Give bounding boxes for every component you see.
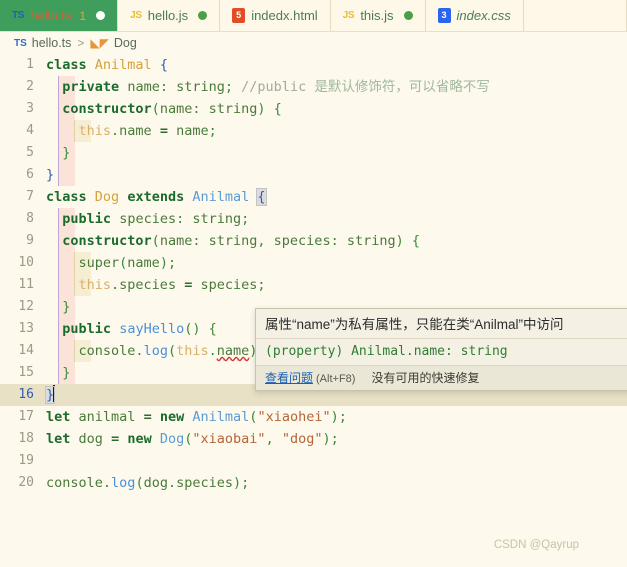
line-number: 5 bbox=[26, 145, 34, 160]
code-content[interactable]: this.name = name; bbox=[46, 120, 627, 142]
code-line[interactable]: 5 } bbox=[0, 142, 627, 164]
tab-indedx-html[interactable]: 5 indedx.html bbox=[220, 0, 331, 31]
code-content[interactable]: constructor(name: string, species: strin… bbox=[46, 230, 627, 252]
unsaved-dot-icon[interactable] bbox=[403, 11, 413, 20]
chevron-right-icon: > bbox=[77, 36, 85, 50]
line-number: 18 bbox=[18, 431, 34, 446]
line-number: 7 bbox=[26, 189, 34, 204]
breadcrumb-file[interactable]: hello.ts bbox=[32, 36, 72, 50]
code-content[interactable]: } bbox=[46, 142, 627, 164]
code-content[interactable]: this.species = species; bbox=[46, 274, 627, 296]
code-line[interactable]: 19 bbox=[0, 450, 627, 472]
code-content[interactable]: class Dog extends Anilmal { bbox=[46, 186, 627, 208]
code-content[interactable]: private name: string; //public 是默认修饰符，可以… bbox=[46, 76, 627, 98]
text-cursor bbox=[53, 385, 56, 402]
line-number: 6 bbox=[26, 167, 34, 182]
tab-index-css[interactable]: 3 index.css bbox=[426, 0, 524, 31]
line-number: 20 bbox=[18, 475, 34, 490]
code-content[interactable]: let dog = new Dog("xiaobai", "dog"); bbox=[46, 428, 627, 450]
typescript-icon: TS bbox=[12, 10, 25, 21]
hover-signature: (property) Anilmal.name: string bbox=[256, 338, 627, 365]
javascript-icon: JS bbox=[342, 10, 355, 21]
tab-this-js[interactable]: JS this.js bbox=[331, 0, 426, 31]
line-number: 9 bbox=[26, 233, 34, 248]
line-number: 12 bbox=[18, 299, 34, 314]
watermark: CSDN @Qayrup bbox=[493, 539, 579, 551]
code-content[interactable]: constructor(name: string) { bbox=[46, 98, 627, 120]
code-line[interactable]: 18 let dog = new Dog("xiaobai", "dog"); bbox=[0, 428, 627, 450]
code-content[interactable]: public species: string; bbox=[46, 208, 627, 230]
tab-label: hello.ts bbox=[30, 8, 72, 23]
code-content[interactable]: console.log(dog.species); bbox=[46, 472, 627, 494]
code-content[interactable] bbox=[46, 450, 627, 472]
hover-error-message: 属性“name”为私有属性，只能在类“Anilmal”中访问 bbox=[265, 317, 564, 332]
css-icon: 3 bbox=[437, 8, 451, 23]
line-number: 17 bbox=[18, 409, 34, 424]
code-line[interactable]: 6 } bbox=[0, 164, 627, 186]
tab-hello-js[interactable]: JS hello.js bbox=[118, 0, 221, 31]
unsaved-dot-icon[interactable] bbox=[198, 11, 208, 20]
code-line[interactable]: 11 this.species = species; bbox=[0, 274, 627, 296]
typescript-icon: TS bbox=[14, 37, 27, 49]
error-token[interactable]: name bbox=[217, 343, 250, 359]
code-line[interactable]: 20 console.log(dog.species); bbox=[0, 472, 627, 494]
code-line[interactable]: 2 private name: string; //public 是默认修饰符，… bbox=[0, 76, 627, 98]
code-line[interactable]: 4 this.name = name; bbox=[0, 120, 627, 142]
code-content[interactable]: } bbox=[46, 164, 627, 186]
hover-action-bar: 查看问题 (Alt+F8) 没有可用的快速修复 bbox=[256, 365, 627, 390]
hover-tooltip: 属性“name”为私有属性，只能在类“Anilmal”中访问 (property… bbox=[255, 308, 627, 391]
code-line[interactable]: 7 class Dog extends Anilmal { bbox=[0, 186, 627, 208]
line-number: 8 bbox=[26, 211, 34, 226]
code-line[interactable]: 17 let anilmal = new Anilmal("xiaohei"); bbox=[0, 406, 627, 428]
line-number: 19 bbox=[18, 453, 34, 468]
code-content[interactable]: super(name); bbox=[46, 252, 627, 274]
line-number: 15 bbox=[18, 365, 34, 380]
view-problem-shortcut: (Alt+F8) bbox=[316, 373, 356, 385]
view-problem-action[interactable]: 查看问题 (Alt+F8) bbox=[265, 369, 355, 386]
code-line[interactable]: 8 public species: string; bbox=[0, 208, 627, 230]
code-line[interactable]: 1 class Anilmal { bbox=[0, 54, 627, 76]
breadcrumb: TS hello.ts > ◣◤ Dog bbox=[0, 32, 627, 54]
code-content[interactable]: class Anilmal { bbox=[46, 54, 627, 76]
tab-label: hello.js bbox=[147, 8, 189, 23]
tab-label: indedx.html bbox=[251, 8, 318, 23]
tab-hello-ts[interactable]: TS hello.ts 1 bbox=[0, 0, 119, 31]
unsaved-dot-icon[interactable] bbox=[96, 11, 106, 20]
editor-tab-bar: TS hello.ts 1 JS hello.js 5 indedx.html … bbox=[0, 0, 627, 32]
line-number-active: 16 bbox=[18, 387, 34, 402]
line-number: 3 bbox=[26, 101, 34, 116]
line-number: 14 bbox=[18, 343, 34, 358]
line-number: 4 bbox=[26, 123, 34, 138]
code-editor[interactable]: 1 class Anilmal { 2 private name: string… bbox=[0, 54, 627, 567]
html-icon: 5 bbox=[232, 8, 246, 23]
line-number: 13 bbox=[18, 321, 34, 336]
code-content[interactable]: let anilmal = new Anilmal("xiaohei"); bbox=[46, 406, 627, 428]
code-line[interactable]: 10 super(name); bbox=[0, 252, 627, 274]
breadcrumb-symbol[interactable]: Dog bbox=[114, 36, 137, 50]
tab-label: this.js bbox=[360, 8, 394, 23]
code-line[interactable]: 9 constructor(name: string, species: str… bbox=[0, 230, 627, 252]
class-icon: ◣◤ bbox=[90, 36, 109, 50]
javascript-icon: JS bbox=[130, 10, 142, 21]
line-number: 10 bbox=[18, 255, 34, 270]
no-quick-fix-label: 没有可用的快速修复 bbox=[371, 371, 480, 385]
line-number: 11 bbox=[18, 277, 34, 292]
line-number: 1 bbox=[26, 57, 34, 72]
tab-label: index.css bbox=[456, 8, 511, 23]
line-number: 2 bbox=[26, 79, 34, 94]
code-line[interactable]: 3 constructor(name: string) { bbox=[0, 98, 627, 120]
tab-bar-filler bbox=[524, 0, 627, 31]
tab-error-count: 1 bbox=[79, 8, 87, 23]
